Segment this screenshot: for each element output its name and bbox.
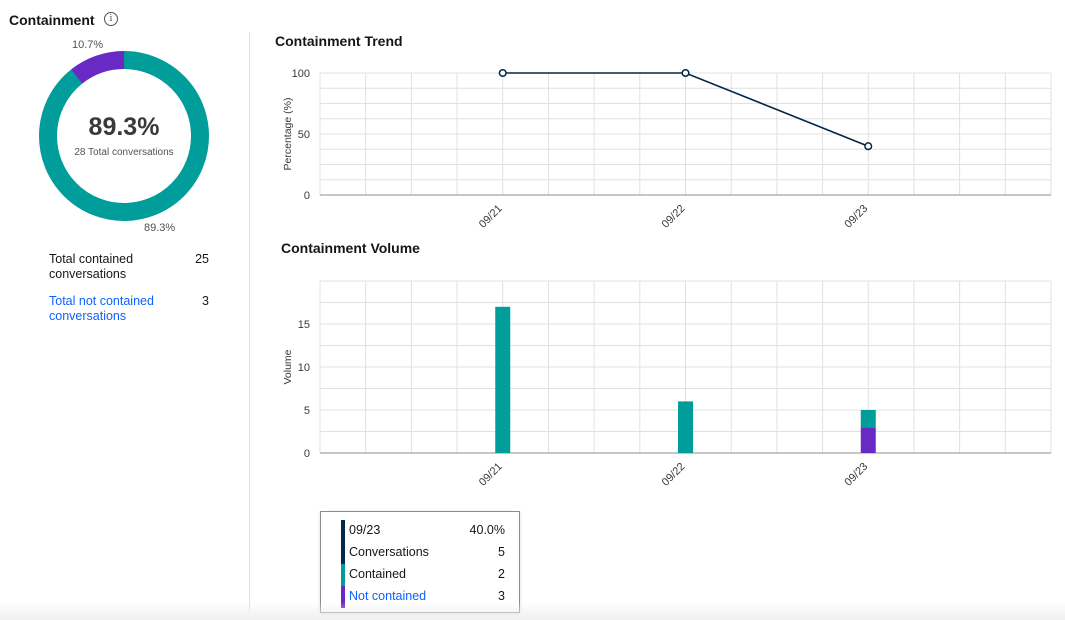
chart-tooltip: 09/23 40.0% Conversations 5 Contained 2 … [320,511,520,613]
x-tick-label: 09/21 [477,203,505,231]
tooltip-contained-label: Contained [349,567,406,581]
y-tick-label: 0 [304,190,310,202]
x-tick-label: 09/22 [660,461,688,489]
donut-not-contained-pct: 10.7% [72,39,104,51]
x-tick-label: 09/21 [477,461,505,489]
tooltip-contained-swatch [341,564,345,586]
tooltip-date: 09/23 [349,523,381,537]
stat-total-contained-value: 25 [195,252,209,266]
x-tick-label: 09/23 [842,203,870,231]
stat-total-not-contained-value: 3 [202,294,209,308]
donut-center-caption: 28 Total conversations [74,147,174,158]
trend-point [864,142,873,151]
containment-title: Containment [9,12,95,28]
x-tick-label: 09/23 [842,461,870,489]
bar-not-contained [860,427,876,453]
tooltip-row-conversations: Conversations 5 [321,542,519,564]
bar-contained [678,401,693,453]
tooltip-row-contained: Contained 2 [321,564,519,586]
tooltip-not-contained-label: Not contained [349,589,427,603]
x-tick-label: 09/22 [660,203,688,231]
volume-chart-title: Containment Volume [281,240,420,256]
bottom-fade [0,602,1065,620]
trend-chart-title: Containment Trend [275,33,403,49]
trend-point [498,68,507,78]
tooltip-percentage: 40.0% [469,523,505,537]
containment-trend-chart: 100 50 0 Percentage (%) 09/21 09/22 09/23 [282,68,1052,231]
info-icon[interactable]: i [104,12,118,26]
stat-total-not-contained-link[interactable]: Total not contained conversations [49,294,179,324]
tooltip-not-contained-value: 3 [498,589,505,603]
trend-point [681,68,690,78]
y-tick-label: 50 [298,129,310,141]
stat-total-contained-label: Total contained conversations [49,252,134,281]
y-tick-label: 15 [298,319,310,331]
y-tick-label: 5 [304,405,310,417]
donut-contained-pct: 89.3% [144,222,176,234]
tooltip-conversations-value: 5 [498,545,505,559]
y-axis-label: Volume [282,349,294,384]
y-tick-label: 10 [298,362,310,374]
y-axis-label: Percentage (%) [282,98,294,171]
tooltip-header-row: 09/23 40.0% [321,520,519,564]
y-tick-label: 100 [292,68,310,80]
containment-volume-chart: 15 10 5 0 Volume 09/21 09/22 09/23 [282,280,1052,489]
y-tick-label: 0 [304,448,310,460]
tooltip-conversations-label: Conversations [349,545,429,559]
donut-center-value: 89.3% [88,113,160,141]
bar-contained [860,410,876,428]
bar-contained [495,306,511,453]
panel-divider [249,32,250,612]
tooltip-contained-value: 2 [498,567,505,581]
